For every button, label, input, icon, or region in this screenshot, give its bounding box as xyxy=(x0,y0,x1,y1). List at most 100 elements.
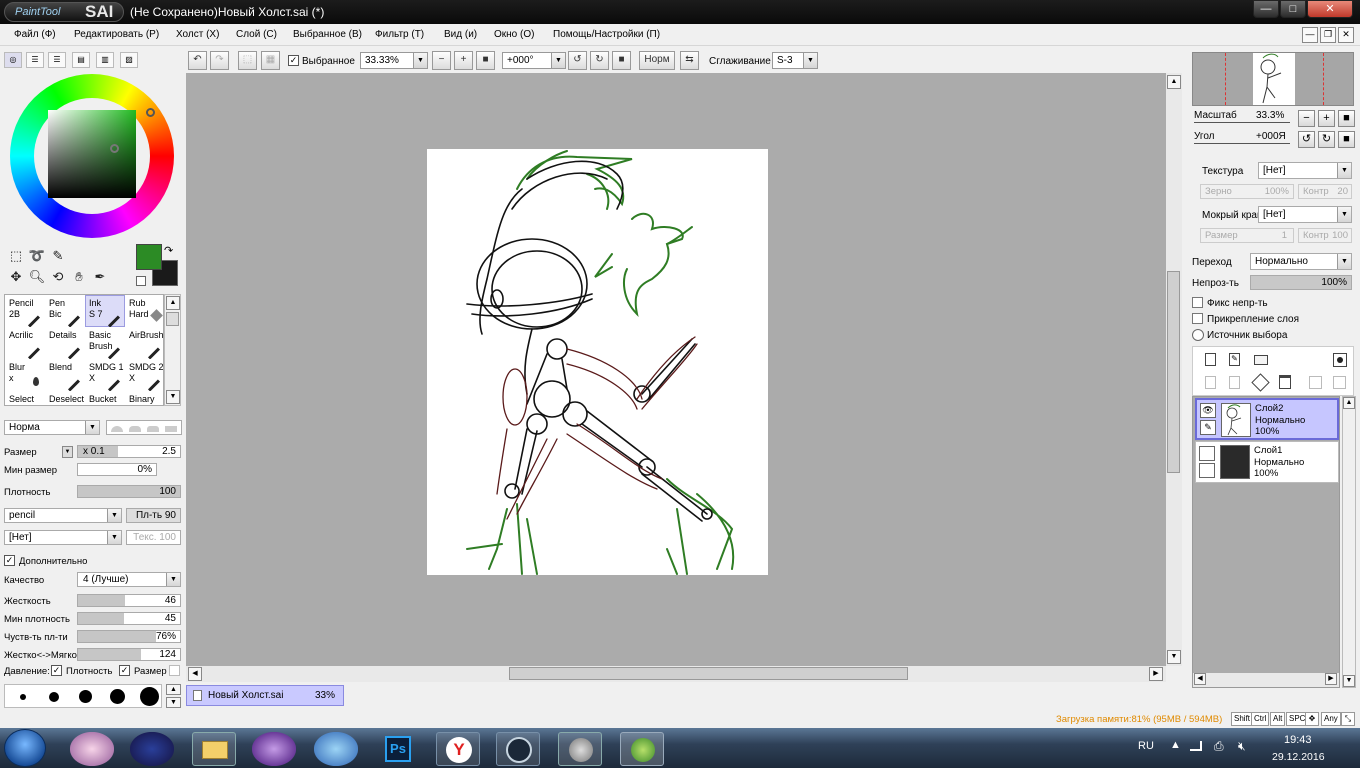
blend-mode-select[interactable]: Норма ▼ xyxy=(4,420,100,435)
scale-slider[interactable] xyxy=(1194,122,1290,123)
menu-view[interactable]: Вид (и) xyxy=(444,29,477,40)
brush-grid-scrollbar[interactable]: ▲ ▼ xyxy=(164,294,181,406)
scroll-down-icon[interactable]: ▼ xyxy=(1167,650,1181,664)
merge-down-icon[interactable] xyxy=(1229,376,1240,389)
canvas-vertical-scrollbar[interactable]: ▲ ▼ xyxy=(1166,73,1182,666)
selection-source-radio[interactable] xyxy=(1192,329,1204,341)
size-preset-dot[interactable] xyxy=(140,687,159,706)
brush-airbrush[interactable]: AirBrush xyxy=(125,327,163,360)
foreground-color-swatch[interactable] xyxy=(136,244,162,270)
deselect-button[interactable]: ⬚ xyxy=(238,51,257,70)
user-color-tab-icon[interactable]: ▨ xyxy=(120,52,138,68)
invert-selection-button[interactable]: ▦ xyxy=(261,51,280,70)
start-button-windows-icon[interactable] xyxy=(4,729,46,767)
layer-item-sloi2[interactable]: 👁︎ ✎ Слой2 Нормально 100% xyxy=(1195,398,1339,440)
texture-strength-field[interactable]: Текс. 100 xyxy=(126,530,181,545)
copy-layer-icon[interactable] xyxy=(1309,376,1322,389)
visibility-eye-icon[interactable]: 👁︎ xyxy=(1200,403,1216,418)
transfer-down-icon[interactable] xyxy=(1205,376,1216,389)
brush-acrilic[interactable]: Acrilic xyxy=(5,327,45,360)
size-preset-dot[interactable] xyxy=(20,694,26,700)
rotation-select[interactable]: +000° ▼ xyxy=(502,52,566,69)
rotate-icon[interactable]: ⟲ xyxy=(48,267,68,287)
file-explorer-icon[interactable] xyxy=(192,732,236,766)
minimize-button[interactable]: — xyxy=(1253,0,1279,18)
rotate-right-button[interactable]: ↻ xyxy=(1318,131,1335,148)
scroll-down-icon[interactable]: ▼ xyxy=(1343,675,1355,687)
menu-edit[interactable]: Редактировать (Р) xyxy=(74,29,159,40)
min-density-slider[interactable]: 45 xyxy=(77,612,181,625)
scroll-up-icon[interactable]: ▲ xyxy=(1343,397,1355,409)
volume-muted-icon[interactable]: 🔇︎ xyxy=(1238,739,1246,754)
scroll-up-icon[interactable]: ▲ xyxy=(166,296,180,310)
sensitivity-slider[interactable]: 76% xyxy=(77,630,181,643)
show-hidden-icons-icon[interactable]: ▲ xyxy=(1170,739,1181,751)
scroll-right-icon[interactable]: ▶ xyxy=(1149,667,1163,681)
layer-item-sloi1[interactable]: Слой1 Нормально 100% xyxy=(1195,441,1339,483)
advanced-checkbox[interactable]: ✓ xyxy=(4,555,15,566)
new-layer-icon[interactable] xyxy=(1205,353,1216,366)
rgb-slider-tab-icon[interactable]: ☰ xyxy=(26,52,44,68)
scroll-down-icon[interactable]: ▼ xyxy=(166,697,181,708)
menu-filter[interactable]: Фильтр (Т) xyxy=(375,29,424,40)
painttool-sai-icon[interactable] xyxy=(620,732,664,766)
scratchpad-tab-icon[interactable]: ▥ xyxy=(96,52,114,68)
navigator-preview[interactable] xyxy=(1192,52,1354,106)
transparent-color-icon[interactable] xyxy=(136,276,146,286)
opacity-slider[interactable]: 100% xyxy=(1250,275,1352,290)
layer-blend-select[interactable]: Нормально ▼ xyxy=(1250,253,1352,270)
min-size-slider[interactable]: 0% xyxy=(77,463,157,476)
device-icon[interactable]: ⎙ xyxy=(1214,739,1224,754)
layer-mask-icon[interactable] xyxy=(1333,353,1347,367)
brush-blend[interactable]: Blend xyxy=(45,359,85,392)
size-preset-dot[interactable] xyxy=(49,692,59,702)
clock-date[interactable]: 29.12.2016 xyxy=(1272,751,1325,763)
zoom-reset-button[interactable]: ■ xyxy=(1338,110,1355,127)
hue-marker[interactable] xyxy=(146,108,155,117)
move-icon[interactable]: ✥ xyxy=(6,267,26,287)
mdi-restore-button[interactable]: ❐ xyxy=(1320,27,1336,43)
zoom-reset-button[interactable]: ■ xyxy=(476,51,495,70)
rotate-left-button[interactable]: ↺ xyxy=(568,51,587,70)
shape-strength-field[interactable]: Пл-ть 90 xyxy=(126,508,181,523)
close-button[interactable]: ✕ xyxy=(1307,0,1353,18)
size-preset-dot[interactable] xyxy=(110,689,125,704)
lasso-icon[interactable]: ➰ xyxy=(27,246,47,266)
menu-canvas[interactable]: Холст (X) xyxy=(176,29,219,40)
brush-deselect[interactable]: Deselect xyxy=(45,391,85,405)
brush-shape-preview[interactable] xyxy=(106,420,182,435)
eyedropper-icon[interactable]: ✒ xyxy=(90,267,110,287)
rect-select-icon[interactable]: ⬚ xyxy=(6,246,26,266)
rotate-left-button[interactable]: ↺ xyxy=(1298,131,1315,148)
wet-contrast-field[interactable]: Контр 100 xyxy=(1298,228,1352,243)
zoom-in-button[interactable]: + xyxy=(454,51,473,70)
sv-marker[interactable] xyxy=(110,144,119,153)
shape-3-icon[interactable] xyxy=(147,426,159,432)
language-indicator[interactable]: RU xyxy=(1138,740,1154,752)
brush-binary[interactable]: Binary xyxy=(125,391,163,405)
magic-wand-icon[interactable]: ✎ xyxy=(48,246,68,266)
menu-help[interactable]: Помощь/Настройки (П) xyxy=(553,29,660,40)
smoothing-select[interactable]: S-3 ▼ xyxy=(772,52,818,69)
clear-layer-icon[interactable] xyxy=(1251,373,1270,392)
yandex-browser-icon[interactable]: Y xyxy=(436,732,480,766)
paste-layer-icon[interactable] xyxy=(1333,376,1346,389)
maximize-button[interactable]: □ xyxy=(1280,0,1306,18)
pony-app-icon[interactable] xyxy=(70,732,114,766)
layer-list-hscroll[interactable]: ◀ ▶ xyxy=(1193,673,1339,687)
pony-app-icon[interactable] xyxy=(130,732,174,766)
size-preset-dot[interactable] xyxy=(79,690,92,703)
scroll-up-icon[interactable]: ▲ xyxy=(166,684,181,695)
edit-toggle[interactable] xyxy=(1199,463,1215,478)
zoom-in-button[interactable]: + xyxy=(1318,110,1335,127)
new-folder-icon[interactable] xyxy=(1254,355,1268,365)
quality-select[interactable]: 4 (Лучше) ▼ xyxy=(77,572,181,587)
horizontal-scroll-thumb[interactable] xyxy=(509,667,908,680)
mode-normal-button[interactable]: Норм xyxy=(639,51,675,70)
size-dropdown-icon[interactable]: ▼ xyxy=(62,446,73,458)
hard-soft-slider[interactable]: 124 xyxy=(77,648,181,661)
brush-blur[interactable]: Blur x xyxy=(5,359,45,391)
photoshop-icon[interactable]: Ps xyxy=(376,732,420,766)
hardness-slider[interactable]: 46 xyxy=(77,594,181,607)
delete-layer-trash-icon[interactable] xyxy=(1279,375,1291,389)
